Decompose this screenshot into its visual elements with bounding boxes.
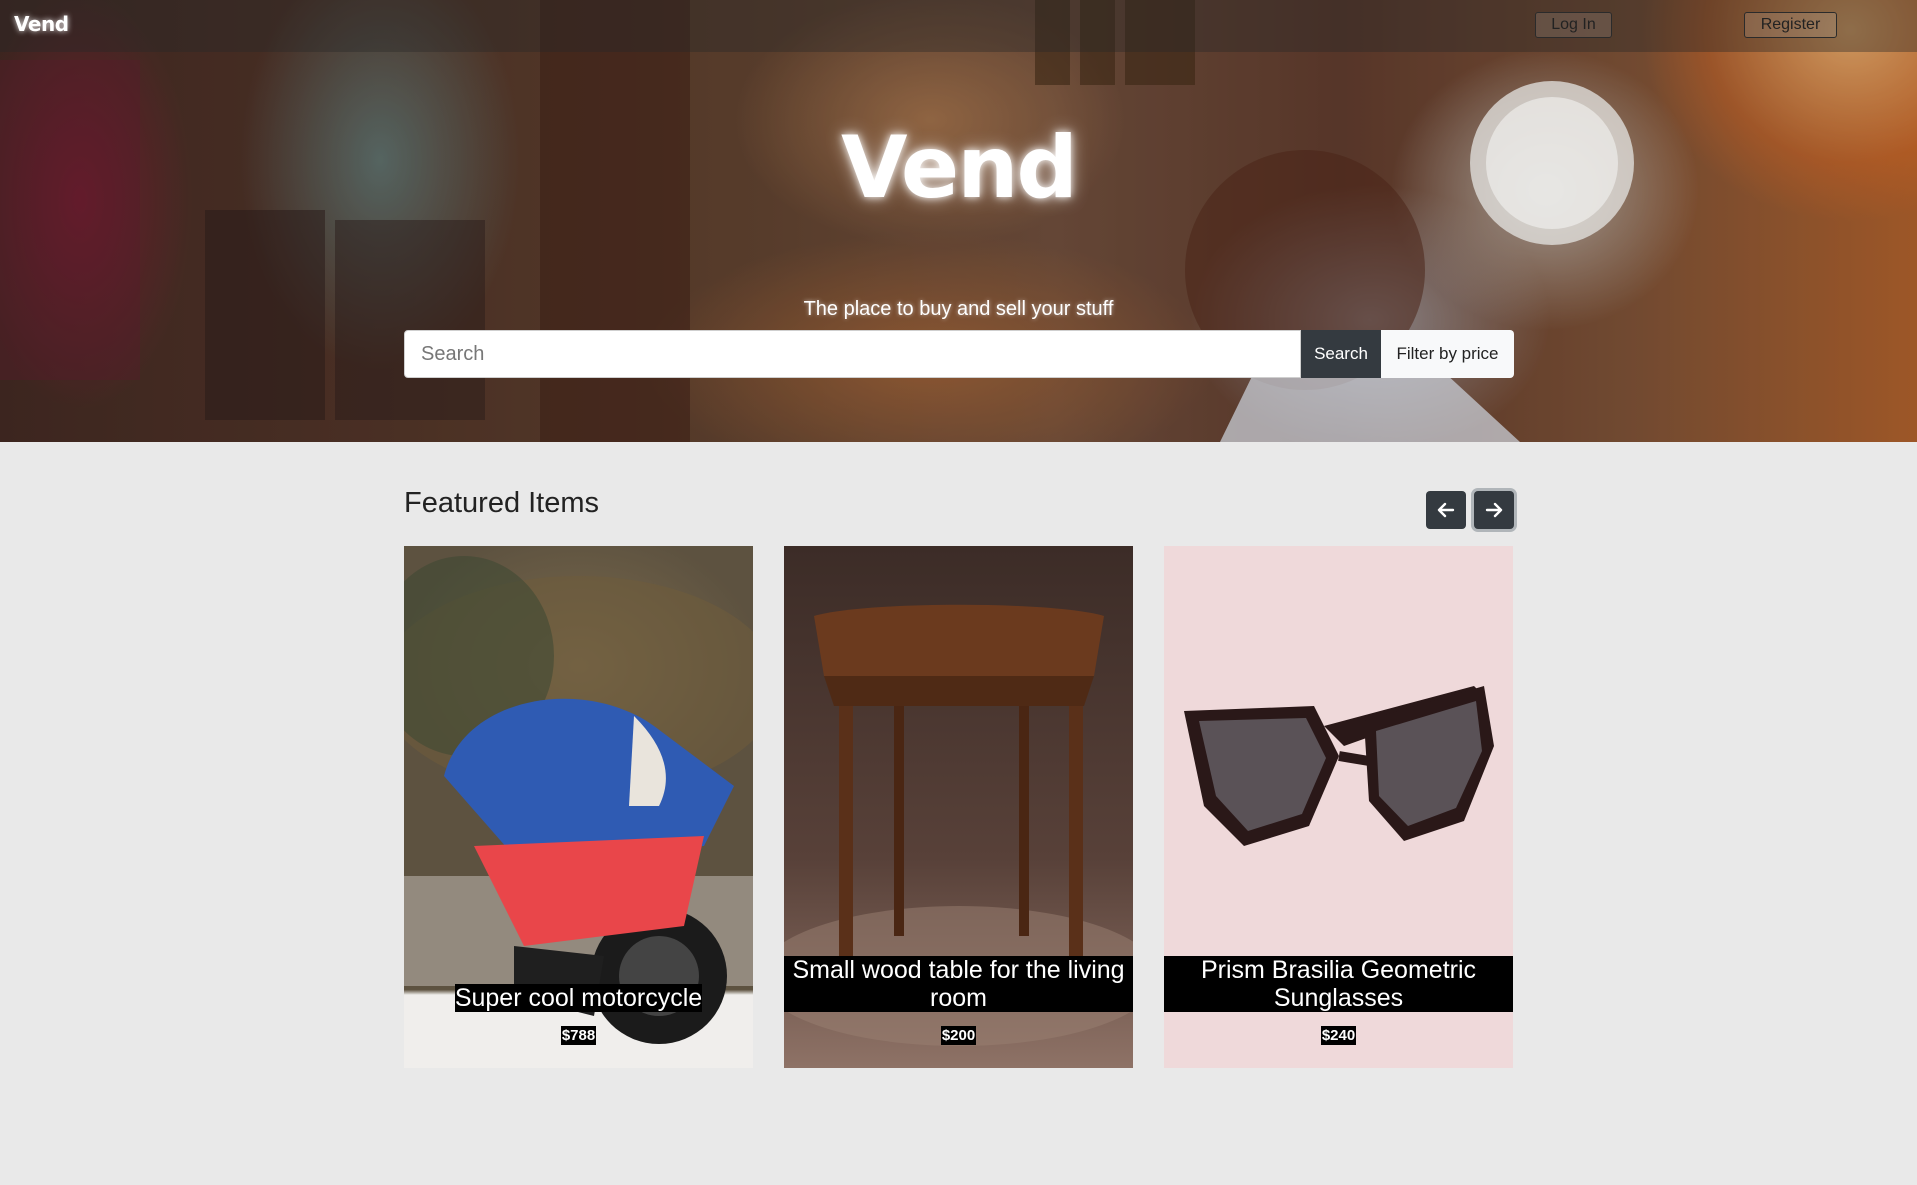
item-price: $788 — [560, 1026, 597, 1045]
item-title: Small wood table for the living room — [784, 956, 1133, 1012]
carousel-next-button[interactable] — [1474, 491, 1514, 529]
search-bar: Search Filter by price — [404, 330, 1514, 378]
search-button[interactable]: Search — [1301, 330, 1381, 378]
arrow-right-icon — [1485, 502, 1503, 518]
register-button[interactable]: Register — [1744, 12, 1837, 38]
brand-logo[interactable]: Vend — [14, 12, 69, 36]
item-card[interactable]: Small wood table for the living room $20… — [784, 546, 1133, 1068]
login-button[interactable]: Log In — [1535, 12, 1612, 38]
item-title: Super cool motorcycle — [454, 984, 703, 1012]
item-price: $240 — [1320, 1026, 1357, 1045]
hero-banner: Vend Log In Register Vend The place to b… — [0, 0, 1917, 442]
arrow-left-icon — [1437, 502, 1455, 518]
item-card[interactable]: Super cool motorcycle $788 — [404, 546, 753, 1068]
filter-by-price-button[interactable]: Filter by price — [1381, 330, 1514, 378]
hero-title: Vend — [841, 118, 1078, 218]
hero-subtitle: The place to buy and sell your stuff — [803, 298, 1114, 320]
item-card[interactable]: Prism Brasilia Geometric Sunglasses $240 — [1164, 546, 1513, 1068]
carousel-prev-button[interactable] — [1426, 491, 1466, 529]
item-price: $200 — [940, 1026, 977, 1045]
item-title: Prism Brasilia Geometric Sunglasses — [1164, 956, 1513, 1012]
search-input[interactable] — [404, 330, 1301, 378]
featured-items-heading: Featured Items — [404, 487, 600, 519]
top-navbar: Vend Log In Register — [0, 0, 1917, 52]
